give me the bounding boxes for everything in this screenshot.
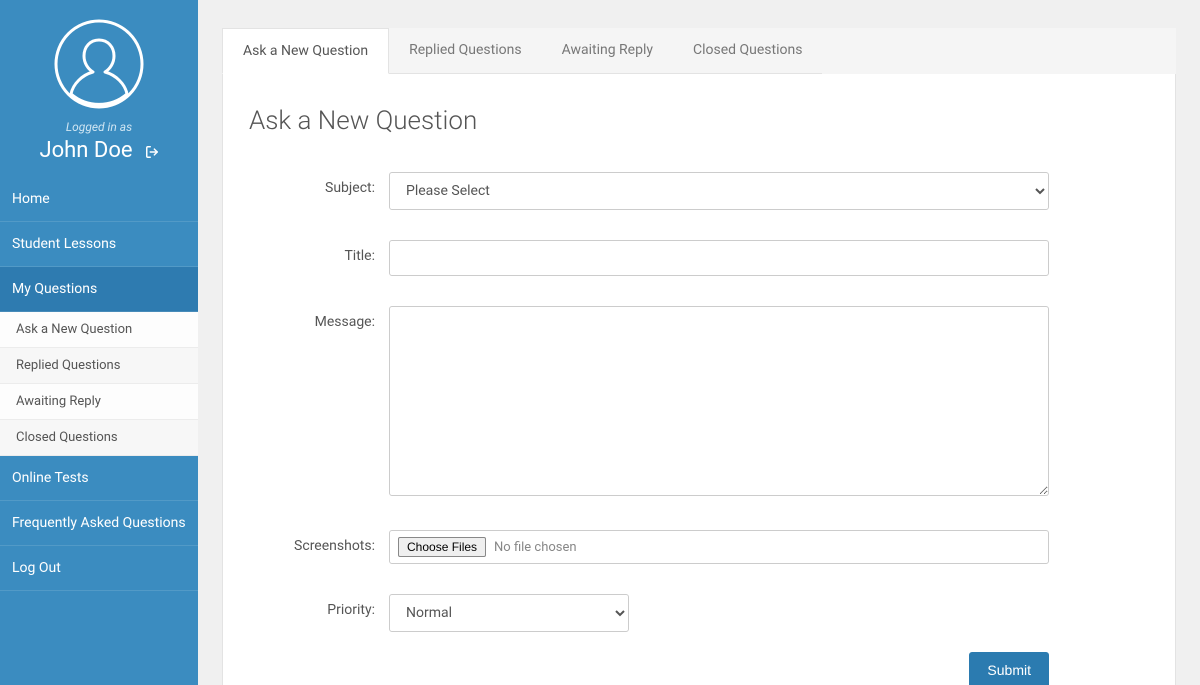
user-line: John Doe xyxy=(0,138,198,163)
tab-ask-new-question[interactable]: Ask a New Question xyxy=(222,28,389,74)
file-status-text: No file chosen xyxy=(494,540,577,555)
message-textarea[interactable] xyxy=(389,306,1049,496)
panel: Ask a New Question Subject: Please Selec… xyxy=(222,74,1176,685)
main: Ask a New Question Replied Questions Awa… xyxy=(198,0,1200,685)
nav-home[interactable]: Home xyxy=(0,177,198,222)
row-title: Title: xyxy=(249,240,1149,276)
page-title: Ask a New Question xyxy=(249,106,1149,136)
logged-in-as-label: Logged in as xyxy=(0,120,198,134)
tab-awaiting-reply[interactable]: Awaiting Reply xyxy=(542,28,673,74)
screenshots-file-input[interactable]: Choose Files No file chosen xyxy=(389,530,1049,564)
nav-online-tests[interactable]: Online Tests xyxy=(0,456,198,501)
tab-closed-questions[interactable]: Closed Questions xyxy=(673,28,822,74)
submit-button[interactable]: Submit xyxy=(969,652,1049,685)
nav-faq[interactable]: Frequently Asked Questions xyxy=(0,501,198,546)
nav-student-lessons[interactable]: Student Lessons xyxy=(0,222,198,267)
label-title: Title: xyxy=(249,240,389,276)
title-input[interactable] xyxy=(389,240,1049,276)
label-screenshots: Screenshots: xyxy=(249,530,389,564)
row-message: Message: xyxy=(249,306,1149,500)
sign-out-icon[interactable] xyxy=(145,144,159,158)
tabs: Ask a New Question Replied Questions Awa… xyxy=(222,28,1176,74)
row-screenshots: Screenshots: Choose Files No file chosen xyxy=(249,530,1149,564)
sidebar: Logged in as John Doe Home Student Lesso… xyxy=(0,0,198,685)
nav: Home Student Lessons My Questions Ask a … xyxy=(0,177,198,591)
avatar-icon xyxy=(53,18,145,110)
subject-select[interactable]: Please Select xyxy=(389,172,1049,210)
priority-select[interactable]: Normal xyxy=(389,594,629,632)
tab-replied-questions[interactable]: Replied Questions xyxy=(389,28,541,74)
row-priority: Priority: Normal xyxy=(249,594,1149,632)
label-message: Message: xyxy=(249,306,389,500)
label-priority: Priority: xyxy=(249,594,389,632)
subnav-replied-questions[interactable]: Replied Questions xyxy=(0,348,198,384)
subnav-awaiting-reply[interactable]: Awaiting Reply xyxy=(0,384,198,420)
user-name: John Doe xyxy=(39,138,132,163)
nav-my-questions[interactable]: My Questions xyxy=(0,267,198,312)
choose-files-button[interactable]: Choose Files xyxy=(398,537,486,557)
submit-row: Submit xyxy=(249,652,1049,685)
label-subject: Subject: xyxy=(249,172,389,210)
row-subject: Subject: Please Select xyxy=(249,172,1149,210)
subnav-closed-questions[interactable]: Closed Questions xyxy=(0,420,198,456)
nav-log-out[interactable]: Log Out xyxy=(0,546,198,591)
profile-block: Logged in as John Doe xyxy=(0,0,198,177)
subnav-ask-new-question[interactable]: Ask a New Question xyxy=(0,312,198,348)
